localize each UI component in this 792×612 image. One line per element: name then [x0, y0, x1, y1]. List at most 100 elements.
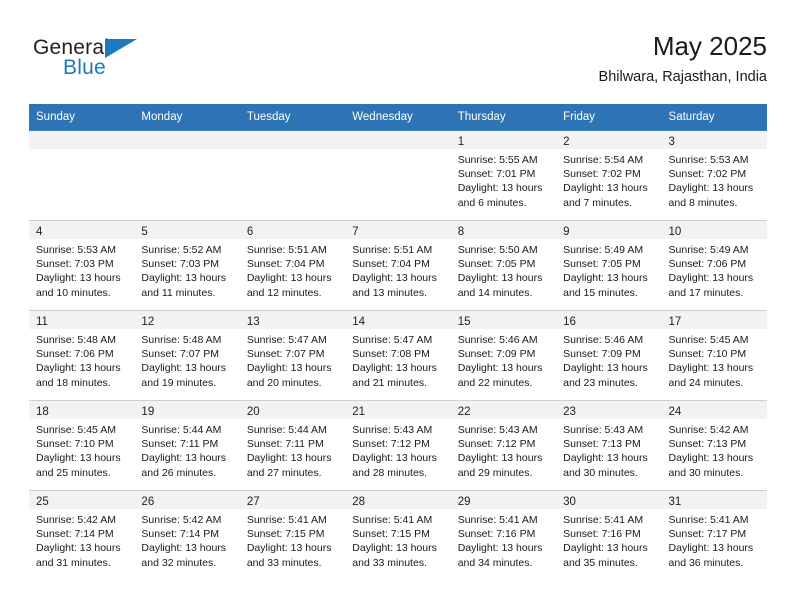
calendar-week-row: 1 Sunrise: 5:55 AM Sunset: 7:01 PM Daylight… — [29, 130, 767, 221]
calendar-day-cell[interactable]: 2 Sunrise: 5:54 AM Sunset: 7:02 PM Daylight… — [556, 131, 662, 220]
day-number: 13 — [246, 316, 260, 328]
calendar-day-cell[interactable]: 15 Sunrise: 5:46 AM Sunset: 7:09 PM Dayligh… — [450, 311, 557, 400]
daylight-text-line2: and 24 minutes. — [668, 376, 744, 389]
day-details: Sunrise: 5:51 AM Sunset: 7:04 PM Daylight:… — [345, 239, 450, 300]
calendar-day-cell[interactable]: 10 Sunrise: 5:49 AM Sunset: 7:06 PM Dayligh… — [661, 221, 767, 310]
calendar-day-cell[interactable]: 29 Sunrise: 5:41 AM Sunset: 7:16 PM Dayligh… — [450, 491, 557, 580]
calendar-day-cell[interactable]: 24 Sunrise: 5:42 AM Sunset: 7:13 PM Dayligh… — [661, 401, 767, 490]
daylight-text-line2: and 10 minutes. — [36, 286, 111, 299]
calendar-day-cell[interactable]: 14 Sunrise: 5:47 AM Sunset: 7:08 PM Dayligh… — [345, 311, 451, 400]
day-number: 31 — [668, 496, 682, 508]
calendar-day-cell[interactable]: 12 Sunrise: 5:48 AM Sunset: 7:07 PM Dayligh… — [134, 311, 240, 400]
daylight-text-line1: Daylight: 13 hours — [563, 452, 648, 465]
sunrise-text: Sunrise: 5:44 AM — [141, 424, 222, 436]
calendar-day-cell[interactable]: 18 Sunrise: 5:45 AM Sunset: 7:10 PM Dayligh… — [29, 401, 135, 490]
sunset-text: Sunset: 7:06 PM — [36, 348, 114, 361]
day-details: Sunrise: 5:49 AM Sunset: 7:05 PM Daylight:… — [556, 239, 661, 300]
day-details: Sunrise: 5:42 AM Sunset: 7:13 PM Daylight:… — [662, 419, 767, 480]
calendar-day-cell[interactable]: 28 Sunrise: 5:41 AM Sunset: 7:15 PM Dayligh… — [345, 491, 451, 580]
calendar-day-cell[interactable]: 3 Sunrise: 5:53 AM Sunset: 7:02 PM Daylight… — [661, 131, 767, 220]
daylight-text-line2: and 34 minutes. — [457, 556, 533, 569]
sunset-text: Sunset: 7:17 PM — [668, 528, 747, 541]
sunrise-text: Sunrise: 5:43 AM — [563, 424, 644, 436]
day-details: Sunrise: 5:42 AM Sunset: 7:14 PM Daylight:… — [134, 509, 239, 570]
day-number-band: 19 — [134, 401, 240, 419]
day-number-band: 13 — [239, 311, 346, 329]
day-details: Sunrise: 5:48 AM Sunset: 7:06 PM Daylight:… — [29, 329, 134, 390]
daylight-text-line1: Daylight: 13 hours — [352, 542, 437, 555]
sunrise-text: Sunrise: 5:51 AM — [246, 244, 327, 256]
title-block: May 2025 Bhilwara, Rajasthan, India — [599, 30, 767, 87]
calendar-day-cell[interactable]: 31 Sunrise: 5:41 AM Sunset: 7:17 PM Dayligh… — [661, 491, 767, 580]
sunset-text: Sunset: 7:15 PM — [352, 528, 430, 541]
day-details: Sunrise: 5:49 AM Sunset: 7:06 PM Daylight:… — [662, 239, 767, 300]
calendar-day-cell[interactable]: 21 Sunrise: 5:43 AM Sunset: 7:12 PM Dayligh… — [345, 401, 451, 490]
day-number: 9 — [563, 226, 570, 238]
day-number: 14 — [352, 316, 366, 328]
calendar-day-cell[interactable]: 22 Sunrise: 5:43 AM Sunset: 7:12 PM Dayligh… — [450, 401, 557, 490]
sunrise-text: Sunrise: 5:41 AM — [246, 514, 327, 526]
calendar-day-cell[interactable]: 20 Sunrise: 5:44 AM Sunset: 7:11 PM Dayligh… — [239, 401, 346, 490]
weekday-header-monday: Monday — [134, 104, 240, 131]
day-details: Sunrise: 5:43 AM Sunset: 7:12 PM Daylight:… — [451, 419, 556, 480]
calendar-day-cell[interactable]: 13 Sunrise: 5:47 AM Sunset: 7:07 PM Dayligh… — [239, 311, 346, 400]
calendar-day-cell[interactable]: 19 Sunrise: 5:44 AM Sunset: 7:11 PM Dayligh… — [134, 401, 240, 490]
calendar-day-cell[interactable]: 7 Sunrise: 5:51 AM Sunset: 7:04 PM Daylight… — [345, 221, 451, 310]
calendar-day-cell[interactable]: 1 Sunrise: 5:55 AM Sunset: 7:01 PM Daylight… — [450, 131, 557, 220]
general-blue-logo[interactable]: General Blue — [33, 36, 163, 88]
day-details: Sunrise: 5:41 AM Sunset: 7:17 PM Daylight:… — [662, 509, 767, 570]
sunset-text: Sunset: 7:10 PM — [668, 348, 747, 361]
calendar-day-cell[interactable]: 27 Sunrise: 5:41 AM Sunset: 7:15 PM Dayligh… — [239, 491, 346, 580]
day-number-band: 10 — [661, 221, 767, 239]
calendar-day-cell[interactable]: 17 Sunrise: 5:45 AM Sunset: 7:10 PM Dayligh… — [661, 311, 767, 400]
calendar-week-row: 4 Sunrise: 5:53 AM Sunset: 7:03 PM Daylight… — [29, 220, 767, 311]
daylight-text-line2: and 6 minutes. — [457, 196, 527, 209]
calendar-day-cell[interactable]: 4 Sunrise: 5:53 AM Sunset: 7:03 PM Daylight… — [29, 221, 135, 310]
sunset-text: Sunset: 7:01 PM — [457, 168, 536, 181]
sunrise-text: Sunrise: 5:50 AM — [457, 244, 538, 256]
weekday-header-tuesday: Tuesday — [239, 104, 346, 131]
sunset-text: Sunset: 7:08 PM — [352, 348, 430, 361]
daylight-text-line1: Daylight: 13 hours — [141, 452, 227, 465]
day-number: 20 — [246, 406, 260, 418]
daylight-text-line2: and 7 minutes. — [563, 196, 632, 209]
sunset-text: Sunset: 7:09 PM — [563, 348, 641, 361]
daylight-text-line2: and 14 minutes. — [457, 286, 533, 299]
calendar-day-cell[interactable]: 16 Sunrise: 5:46 AM Sunset: 7:09 PM Dayligh… — [556, 311, 662, 400]
day-details: Sunrise: 5:48 AM Sunset: 7:07 PM Daylight:… — [134, 329, 239, 390]
daylight-text-line2: and 12 minutes. — [246, 286, 322, 299]
daylight-text-line1: Daylight: 13 hours — [141, 272, 227, 285]
daylight-text-line1: Daylight: 13 hours — [563, 362, 648, 375]
day-number: 10 — [668, 226, 682, 238]
day-number: 24 — [668, 406, 682, 418]
day-number-band: 8 — [450, 221, 557, 239]
calendar-day-cell[interactable]: 8 Sunrise: 5:50 AM Sunset: 7:05 PM Daylight… — [450, 221, 557, 310]
calendar-day-cell[interactable]: 25 Sunrise: 5:42 AM Sunset: 7:14 PM Dayligh… — [29, 491, 135, 580]
sunset-text: Sunset: 7:16 PM — [457, 528, 536, 541]
day-number-band: 24 — [661, 401, 767, 419]
calendar-day-cell[interactable]: 26 Sunrise: 5:42 AM Sunset: 7:14 PM Dayligh… — [134, 491, 240, 580]
weekday-header-sunday: Sunday — [29, 104, 135, 131]
day-number: 6 — [246, 226, 254, 238]
calendar-day-cell[interactable]: 30 Sunrise: 5:41 AM Sunset: 7:16 PM Dayligh… — [556, 491, 662, 580]
sunset-text: Sunset: 7:14 PM — [36, 528, 114, 541]
calendar-day-cell[interactable]: 6 Sunrise: 5:51 AM Sunset: 7:04 PM Daylight… — [239, 221, 346, 310]
day-number-band: 25 — [29, 491, 135, 509]
daylight-text-line1: Daylight: 13 hours — [246, 452, 332, 465]
calendar-day-cell[interactable]: 11 Sunrise: 5:48 AM Sunset: 7:06 PM Dayligh… — [29, 311, 135, 400]
day-number-band: 5 — [134, 221, 240, 239]
day-details: Sunrise: 5:50 AM Sunset: 7:05 PM Daylight:… — [451, 239, 556, 300]
daylight-text-line1: Daylight: 13 hours — [457, 272, 543, 285]
day-number-band: 14 — [345, 311, 451, 329]
calendar-day-cell[interactable]: 23 Sunrise: 5:43 AM Sunset: 7:13 PM Dayligh… — [556, 401, 662, 490]
calendar-day-cell[interactable]: 5 Sunrise: 5:52 AM Sunset: 7:03 PM Daylight… — [134, 221, 240, 310]
weekday-header-wednesday: Wednesday — [345, 104, 451, 131]
daylight-text-line1: Daylight: 13 hours — [352, 272, 437, 285]
sunset-text: Sunset: 7:10 PM — [36, 438, 114, 451]
daylight-text-line2: and 17 minutes. — [668, 286, 744, 299]
calendar-day-cell[interactable]: 9 Sunrise: 5:49 AM Sunset: 7:05 PM Daylight… — [556, 221, 662, 310]
daylight-text-line1: Daylight: 13 hours — [141, 362, 227, 375]
day-number-band: 30 — [556, 491, 662, 509]
daylight-text-line1: Daylight: 13 hours — [457, 362, 543, 375]
sunrise-text: Sunrise: 5:41 AM — [668, 514, 749, 526]
